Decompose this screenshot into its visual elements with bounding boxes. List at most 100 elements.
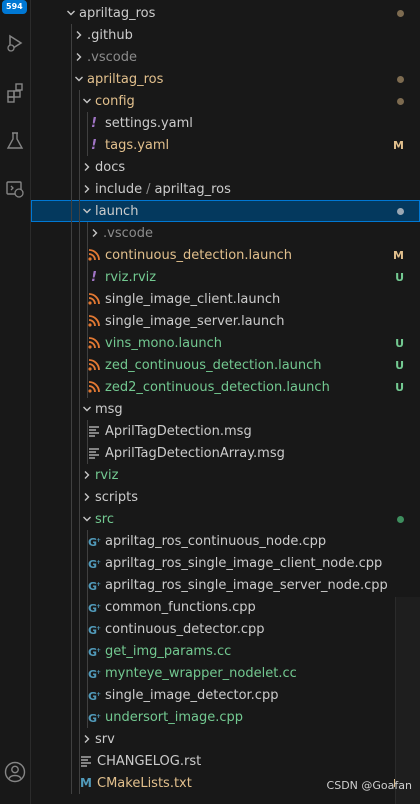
file-item-apriltag-ros-continuous-node-cpp[interactable]: G + apriltag_ros_continuous_node.cpp [31, 530, 420, 552]
tree-item-label: srv [95, 731, 115, 747]
file-item-apriltagdetectionarray-msg[interactable]: AprilTagDetectionArray.msg [31, 442, 420, 464]
folder-item-msg[interactable]: msg [31, 398, 420, 420]
folder-item-src[interactable]: src [31, 508, 420, 530]
indent-guide [87, 618, 88, 640]
tree-item-label: config [95, 93, 135, 109]
indent-guide [79, 706, 80, 728]
file-item-apriltag-ros-single-image-client-node-cpp[interactable]: G + apriltag_ros_single_image_client_node.… [31, 552, 420, 574]
svg-text:+: + [96, 603, 101, 610]
file-item-apriltag-ros-single-image-server-node-cpp[interactable]: G + apriltag_ros_single_image_server_node.… [31, 574, 420, 596]
file-item-zed2-continuous-detection-launch[interactable]: zed2_continuous_detection.launch U [31, 376, 420, 398]
chevron-down-icon[interactable] [71, 68, 87, 90]
tree-item-label: CHANGELOG.rst [97, 753, 202, 769]
svg-text:+: + [96, 581, 101, 588]
folder-item-vscode[interactable]: .vscode [31, 222, 420, 244]
file-item-zed-continuous-detection-launch[interactable]: zed_continuous_detection.launch U [31, 354, 420, 376]
tree-item-label: undersort_image.cpp [105, 709, 244, 725]
chevron-down-icon[interactable] [79, 90, 95, 112]
tree-item-label: apriltag_ros_single_image_client_node.cp… [105, 555, 383, 571]
file-item-continuous-detection-launch[interactable]: continuous_detection.launch M [31, 244, 420, 266]
chevron-right-icon[interactable] [71, 24, 87, 46]
folder-item-include[interactable]: include / apriltag_ros [31, 178, 420, 200]
indent-guide [71, 618, 72, 640]
file-item-get-img-params-cc[interactable]: G+get_img_params.ccU [31, 640, 420, 662]
folder-item-srv[interactable]: srv [31, 728, 420, 750]
indent-guide [79, 222, 80, 244]
chevron-right-icon[interactable] [79, 728, 95, 750]
explorer-icon[interactable]: 594 [0, 0, 30, 30]
file-item-single-image-detector-cpp[interactable]: G + single_image_detector.cpp [31, 684, 420, 706]
tree-item-label: settings.yaml [105, 115, 193, 131]
indent-guide [87, 222, 88, 244]
chevron-right-icon[interactable] [87, 222, 103, 244]
file-item-continuous-detector-cpp[interactable]: G + continuous_detector.cpp [31, 618, 420, 640]
chevron-right-icon[interactable] [79, 486, 95, 508]
file-item-rviz-rviz[interactable]: ! rviz.rviz U [31, 266, 420, 288]
tree-item-label: apriltag_ros [79, 5, 156, 21]
indent-guide [79, 618, 80, 640]
chevron-down-icon[interactable] [63, 2, 79, 24]
file-item-single-image-server-launch[interactable]: single_image_server.launch [31, 310, 420, 332]
tree-item-label: zed_continuous_detection.launch [105, 357, 322, 373]
chevron-right-icon[interactable] [79, 178, 95, 200]
indent-guide [71, 596, 72, 618]
chevron-right-icon[interactable] [79, 156, 95, 178]
folder-item-github[interactable]: .github [31, 24, 420, 46]
indent-guide [87, 134, 88, 156]
indent-guide [87, 574, 88, 596]
chevron-down-icon[interactable] [79, 200, 95, 222]
chevron-right-icon[interactable] [71, 46, 87, 68]
tree-item-label: single_image_detector.cpp [105, 687, 279, 703]
tree-item-label: launch [95, 203, 139, 219]
run-debug-icon[interactable] [0, 28, 30, 58]
git-status-badge: M [393, 138, 404, 152]
chevron-right-icon[interactable] [79, 464, 95, 486]
folder-item-scripts[interactable]: scripts [31, 486, 420, 508]
folder-item-docs[interactable]: docs [31, 156, 420, 178]
cpp-file-icon: G + [87, 596, 101, 618]
indent-guide [79, 354, 80, 376]
account-icon[interactable] [0, 757, 30, 787]
tree-item-label: apriltag_ros_continuous_node.cpp [105, 533, 327, 549]
folder-item-rviz[interactable]: rviz [31, 464, 420, 486]
xml-file-icon [87, 244, 101, 266]
extensions-icon[interactable] [0, 78, 30, 108]
editor-scrollbar[interactable] [395, 597, 420, 804]
folder-item-launch[interactable]: launch [31, 200, 420, 222]
indent-guide [71, 530, 72, 552]
xml-file-icon [87, 376, 101, 398]
file-item-tags-yaml[interactable]: ! tags.yaml M [31, 134, 420, 156]
file-item-common-functions-cpp[interactable]: G + common_functions.cpp [31, 596, 420, 618]
file-item-mynteye-wrapper-nodelet-cc[interactable]: G+mynteye_wrapper_nodelet.ccU [31, 662, 420, 684]
tree-item-label: get_img_params.cc [105, 643, 232, 659]
indent-guide [87, 376, 88, 398]
file-item-undersort-image-cpp[interactable]: G+undersort_image.cppU [31, 706, 420, 728]
indent-guide [87, 288, 88, 310]
indent-guide [71, 398, 72, 420]
folder-item-apriltag-ros[interactable]: apriltag_ros [31, 2, 420, 24]
folder-item-config[interactable]: config [31, 90, 420, 112]
git-status-badge: U [395, 336, 404, 350]
indent-guide [71, 244, 72, 266]
file-item-apriltagdetection-msg[interactable]: AprilTagDetection.msg [31, 420, 420, 442]
indent-guide [87, 332, 88, 354]
indent-guide [87, 244, 88, 266]
file-item-changelog-rst[interactable]: CHANGELOG.rst [31, 750, 420, 772]
indent-guide [71, 464, 72, 486]
file-item-vins-mono-launch[interactable]: vins_mono.launch U [31, 332, 420, 354]
testing-icon[interactable] [0, 126, 30, 156]
indent-guide [87, 420, 88, 442]
chevron-down-icon[interactable] [79, 508, 95, 530]
folder-item-vscode[interactable]: .vscode [31, 46, 420, 68]
remote-explorer-icon[interactable] [0, 174, 30, 204]
chevron-down-icon[interactable] [79, 398, 95, 420]
tree-item-label: include [95, 181, 143, 197]
indent-guide [71, 222, 72, 244]
tree-item-label: tags.yaml [105, 137, 170, 153]
file-item-settings-yaml[interactable]: ! settings.yaml [31, 112, 420, 134]
file-item-single-image-client-launch[interactable]: single_image_client.launch [31, 288, 420, 310]
tree-item-label: continuous_detector.cpp [105, 621, 265, 637]
tree-item-label: msg [95, 401, 123, 417]
folder-item-apriltag-ros[interactable]: apriltag_ros [31, 68, 420, 90]
indent-guide [71, 112, 72, 134]
